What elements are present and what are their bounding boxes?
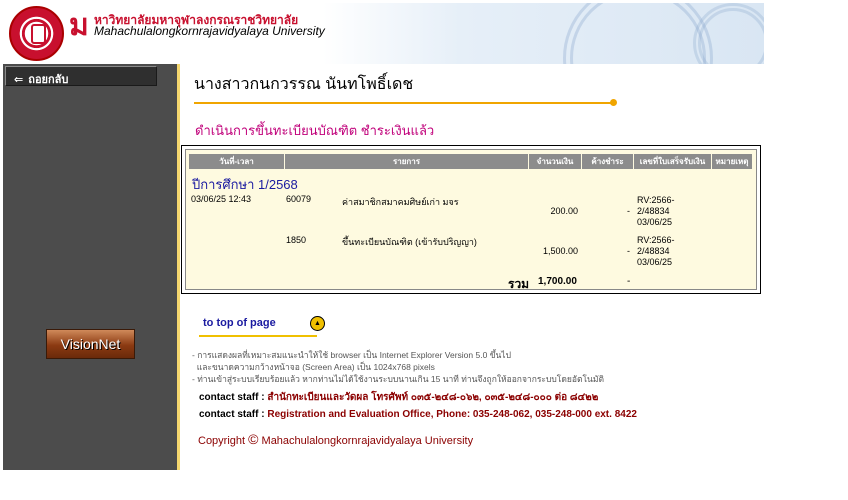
row2-amount: 1,500.00 <box>542 246 578 256</box>
back-button-label: ถอยกลับ <box>28 74 69 86</box>
student-name: นางสาวกนกวรรณ นันทโพธิ์เดช <box>194 76 414 93</box>
university-seal-logo <box>9 6 64 61</box>
copyright-word: Copyright <box>198 435 246 447</box>
to-top-label: to top of page <box>203 317 276 329</box>
row1-receipt-2: 2/48834 <box>637 206 670 216</box>
to-top-underline <box>199 335 317 337</box>
back-button[interactable]: ⇐ ถอยกลับ <box>5 66 157 86</box>
watermark-seal-secondary <box>693 3 764 64</box>
contact-english-value: Registration and Evaluation Office, Phon… <box>267 409 637 420</box>
contact-english: contact staff : Registration and Evaluat… <box>199 409 637 420</box>
note-line-2: และขนาดความกว้างหน้าจอ (Screen Area) เป็… <box>192 362 435 372</box>
column-header-receipt: เลขที่ใบเสร็จรับเงิน <box>634 154 711 169</box>
contact-thai-label: contact staff : <box>199 392 265 403</box>
total-outstanding: - <box>627 276 631 287</box>
row1-amount: 200.00 <box>550 206 578 216</box>
total-amount: 1,700.00 <box>538 276 577 287</box>
copyright-holder: Mahachulalongkornrajavidyalaya Universit… <box>261 435 474 447</box>
row2-item: ขึ้นทะเบียนบัณฑิต (เข้ารับปริญญา) <box>342 237 477 247</box>
sidebar-divider <box>177 64 180 470</box>
column-header-amount: จำนวนเงิน <box>529 154 581 169</box>
visionnet-logo[interactable]: VisionNet <box>46 329 135 359</box>
note-line-3: - ท่านเข้าสู่ระบบเรียบร้อยแล้ว หากท่านไม… <box>192 374 604 384</box>
row1-outstanding: - <box>627 206 630 216</box>
row2-receipt-3: 03/06/25 <box>637 257 673 267</box>
contact-thai: contact staff : สำนักทะเบียนและวัดผล โทร… <box>199 390 598 405</box>
contact-thai-value: สำนักทะเบียนและวัดผล โทรศัพท์ ๐๓๕-๒๔๘-๐๖… <box>267 392 599 403</box>
row2-receipt-2: 2/48834 <box>637 246 670 256</box>
note-line-1: - การแสดงผลที่เหมาะสมแนะนำให้ใช้ browser… <box>192 350 511 360</box>
payment-table: วันที่-เวลา รายการ จำนวนเงิน ค้างชำระ เล… <box>181 145 761 294</box>
to-top-link[interactable]: to top of page ▲ <box>199 313 329 341</box>
m-logo-letter: ม <box>69 9 89 42</box>
column-header-outstanding: ค้างชำระ <box>582 154 633 169</box>
contact-english-label: contact staff : <box>199 409 265 420</box>
title-divider <box>194 102 614 104</box>
watermark-seal <box>563 3 713 64</box>
row2-outstanding: - <box>627 246 630 256</box>
academic-year: ปีการศึกษา 1/2568 <box>192 177 298 192</box>
row1-receipt-3: 03/06/25 <box>637 217 673 227</box>
copyright-symbol: © <box>248 431 259 447</box>
row1-datetime: 03/06/25 12:43 <box>191 194 252 204</box>
row2-code: 1850 <box>286 235 307 245</box>
notes: - การแสดงผลที่เหมาะสมแนะนำให้ใช้ browser… <box>192 349 604 385</box>
university-name-english: Mahachulalongkornrajavidyalaya Universit… <box>94 24 325 38</box>
column-header-datetime: วันที่-เวลา <box>189 154 284 169</box>
back-arrow-icon: ⇐ <box>14 74 24 86</box>
row2-receipt-1: RV:2566- <box>637 235 675 245</box>
column-header-item: รายการ <box>285 154 528 169</box>
row1-item: ค่าสมาชิกสมาคมศิษย์เก่า มจร <box>342 197 459 207</box>
sidebar: ⇐ ถอยกลับ VisionNet <box>3 64 177 470</box>
row1-code: 60079 <box>286 194 312 204</box>
payment-table-body: วันที่-เวลา รายการ จำนวนเงิน ค้างชำระ เล… <box>185 149 757 291</box>
row1-receipt-1: RV:2566- <box>637 195 675 205</box>
title-divider-dot <box>610 99 617 106</box>
status-text: ดำเนินการขึ้นทะเบียนบัณฑิต ชำระเงินแล้ว <box>195 123 435 138</box>
copyright: Copyright © Mahachulalongkornrajavidyala… <box>198 431 473 447</box>
header-banner: ม หาวิทยาลัยมหาจุฬาลงกรณราชวิทยาลัย Maha… <box>3 3 764 64</box>
column-header-remark: หมายเหตุ <box>712 154 752 169</box>
total-label: รวม <box>508 277 530 291</box>
up-arrow-icon: ▲ <box>310 316 325 331</box>
